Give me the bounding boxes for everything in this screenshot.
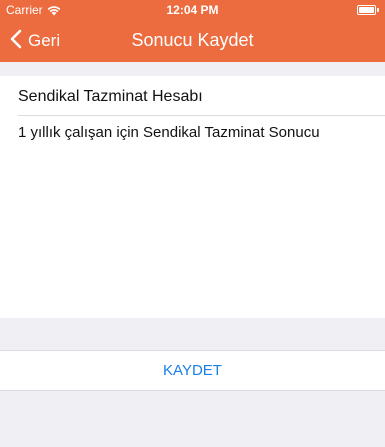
header: Carrier 12:04 PM Geri Sonucu Kaydet [0,0,385,62]
result-description-field[interactable]: 1 yıllık çalışan için Sendikal Tazminat … [18,124,373,141]
save-label: KAYDET [163,362,222,379]
status-bar: Carrier 12:04 PM [0,0,385,20]
result-card: Sendikal Tazminat Hesabı 1 yıllık çalışa… [0,76,385,318]
status-time: 12:04 PM [166,3,219,17]
page-title: Sonucu Kaydet [131,30,254,50]
result-title-field[interactable]: Sendikal Tazminat Hesabı [18,76,385,116]
battery-icon [357,5,379,15]
save-button[interactable]: KAYDET [0,350,385,391]
navigation-bar: Geri Sonucu Kaydet [0,20,385,62]
